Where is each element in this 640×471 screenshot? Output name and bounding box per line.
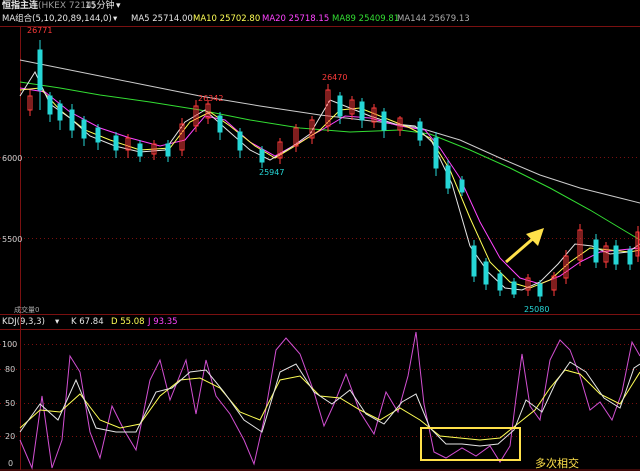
arrow-icon bbox=[505, 228, 544, 264]
kdj-axis-label: 100 bbox=[2, 340, 17, 349]
kdj-axis-label: 20 bbox=[5, 432, 15, 441]
kdj-axis-label: 80 bbox=[5, 365, 15, 374]
high-annotation: 26342 bbox=[198, 94, 223, 103]
kdj-axis-label: 0 bbox=[8, 459, 13, 468]
kdj-axis-label: 50 bbox=[5, 399, 15, 408]
price-axis-label: 5500 bbox=[2, 235, 22, 244]
price-grid bbox=[0, 26, 640, 471]
low-annotation: 25080 bbox=[524, 305, 549, 314]
crossover-annotation: 多次相交 bbox=[535, 456, 579, 470]
low-annotation: 25947 bbox=[259, 168, 284, 177]
high-annotation: 26771 bbox=[27, 26, 52, 35]
volume-label: 成交量0 bbox=[14, 305, 39, 314]
kdj-j-line bbox=[19, 331, 640, 470]
high-annotation: 26470 bbox=[322, 73, 347, 82]
price-axis-label: 6000 bbox=[2, 154, 22, 163]
chart-canvas[interactable]: 6000 5500 成交量0 100 80 50 20 0 26771 2634… bbox=[0, 0, 640, 471]
